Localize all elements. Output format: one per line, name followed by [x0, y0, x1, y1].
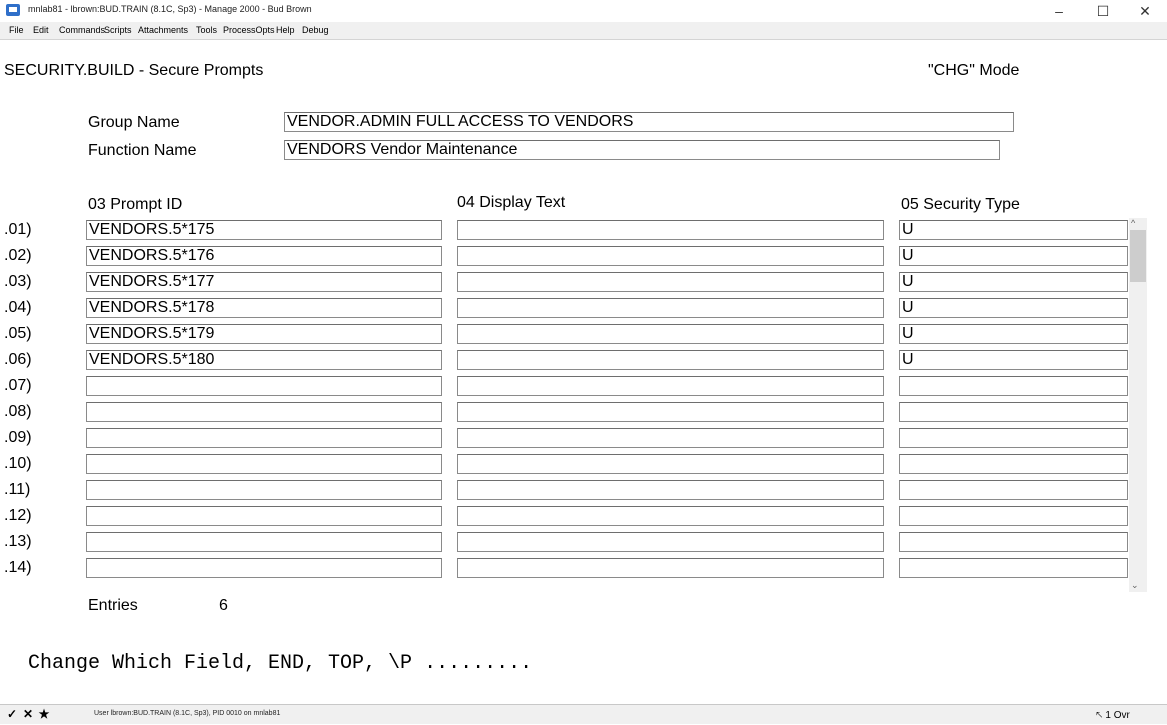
- entries-count: 6: [219, 597, 228, 614]
- row-number: .13): [4, 533, 32, 550]
- security-type-field[interactable]: [899, 558, 1128, 578]
- security-type-field[interactable]: [899, 480, 1128, 500]
- prompt-id-field[interactable]: VENDORS.5*176: [86, 246, 442, 266]
- overwrite-text: 1 Ovr: [1105, 710, 1130, 721]
- command-prompt: Change Which Field, END, TOP, \P .......…: [28, 652, 533, 675]
- function-name-label: Function Name: [88, 142, 197, 159]
- accept-button[interactable]: ✓: [5, 707, 19, 721]
- row-number: .11): [4, 481, 31, 498]
- menu-attachments[interactable]: Attachments: [138, 25, 188, 35]
- prompt-id-field[interactable]: [86, 506, 442, 526]
- menu-tools[interactable]: Tools: [196, 25, 217, 35]
- group-name-field[interactable]: VENDOR.ADMIN FULL ACCESS TO VENDORS: [284, 112, 1014, 132]
- display-text-field[interactable]: [457, 402, 884, 422]
- row-number: .02): [4, 247, 32, 264]
- prompt-id-field[interactable]: [86, 428, 442, 448]
- security-type-field[interactable]: [899, 376, 1128, 396]
- security-type-field[interactable]: U: [899, 350, 1128, 370]
- menu-file[interactable]: File: [9, 25, 24, 35]
- function-name-field[interactable]: VENDORS Vendor Maintenance: [284, 140, 1000, 160]
- scroll-down-arrow[interactable]: ⌄: [1131, 580, 1139, 591]
- display-text-header: 04 Display Text: [457, 194, 566, 211]
- cancel-button[interactable]: ✕: [21, 707, 35, 721]
- menu-debug[interactable]: Debug: [302, 25, 329, 35]
- prompt-id-field[interactable]: [86, 454, 442, 474]
- menu-bar: File Edit Commands Scripts Attachments T…: [0, 22, 1167, 40]
- prompt-id-field[interactable]: VENDORS.5*180: [86, 350, 442, 370]
- prompt-id-field[interactable]: [86, 558, 442, 578]
- window-title: mnlab81 - lbrown:BUD.TRAIN (8.1C, Sp3) -…: [28, 4, 312, 14]
- row-number: .07): [4, 377, 32, 394]
- display-text-field[interactable]: [457, 428, 884, 448]
- display-text-field[interactable]: [457, 454, 884, 474]
- star-icon[interactable]: ★: [37, 707, 51, 721]
- prompt-id-field[interactable]: VENDORS.5*179: [86, 324, 442, 344]
- entries-label: Entries: [88, 597, 138, 614]
- group-name-label: Group Name: [88, 114, 180, 131]
- scrollbar-thumb[interactable]: [1130, 230, 1146, 282]
- row-number: .14): [4, 559, 32, 576]
- menu-processopts[interactable]: ProcessOpts: [223, 25, 275, 35]
- security-type-header: 05 Security Type: [901, 196, 1020, 213]
- menu-commands[interactable]: Commands: [59, 25, 105, 35]
- display-text-field[interactable]: [457, 558, 884, 578]
- menu-help[interactable]: Help: [276, 25, 295, 35]
- prompt-id-field[interactable]: [86, 480, 442, 500]
- row-number: .05): [4, 325, 32, 342]
- display-text-field[interactable]: [457, 532, 884, 552]
- display-text-field[interactable]: [457, 272, 884, 292]
- screen-title: SECURITY.BUILD - Secure Prompts: [4, 62, 264, 79]
- display-text-field[interactable]: [457, 324, 884, 344]
- row-number: .04): [4, 299, 32, 316]
- security-type-field[interactable]: [899, 454, 1128, 474]
- prompt-id-field[interactable]: VENDORS.5*177: [86, 272, 442, 292]
- cursor-icon: 🡔: [1096, 710, 1103, 721]
- display-text-field[interactable]: [457, 480, 884, 500]
- minimize-button[interactable]: –: [1042, 0, 1076, 22]
- window-titlebar: mnlab81 - lbrown:BUD.TRAIN (8.1C, Sp3) -…: [0, 0, 1167, 23]
- menu-edit[interactable]: Edit: [33, 25, 49, 35]
- row-number: .08): [4, 403, 32, 420]
- prompt-id-header: 03 Prompt ID: [88, 196, 183, 213]
- prompt-id-field[interactable]: [86, 376, 442, 396]
- prompt-id-field[interactable]: VENDORS.5*178: [86, 298, 442, 318]
- display-text-field[interactable]: [457, 506, 884, 526]
- app-icon[interactable]: [6, 4, 20, 16]
- row-number: .12): [4, 507, 32, 524]
- display-text-field[interactable]: [457, 246, 884, 266]
- security-type-field[interactable]: U: [899, 220, 1128, 240]
- close-button[interactable]: ✕: [1128, 0, 1162, 22]
- security-type-field[interactable]: U: [899, 298, 1128, 318]
- prompt-id-field[interactable]: VENDORS.5*175: [86, 220, 442, 240]
- display-text-field[interactable]: [457, 220, 884, 240]
- security-type-field[interactable]: [899, 402, 1128, 422]
- display-text-field[interactable]: [457, 350, 884, 370]
- row-number: .06): [4, 351, 32, 368]
- row-number: .01): [4, 221, 32, 238]
- row-number: .03): [4, 273, 32, 290]
- security-type-field[interactable]: U: [899, 324, 1128, 344]
- security-type-field[interactable]: U: [899, 272, 1128, 292]
- row-number: .10): [4, 455, 32, 472]
- prompt-id-field[interactable]: [86, 402, 442, 422]
- mode-indicator: "CHG" Mode: [928, 62, 1020, 79]
- security-type-field[interactable]: [899, 532, 1128, 552]
- security-type-field[interactable]: [899, 506, 1128, 526]
- security-type-field[interactable]: [899, 428, 1128, 448]
- scroll-up-arrow[interactable]: ^: [1131, 218, 1135, 228]
- maximize-button[interactable]: ☐: [1086, 0, 1120, 22]
- row-number: .09): [4, 429, 32, 446]
- menu-scripts[interactable]: Scripts: [104, 25, 132, 35]
- status-bar: ✓ ✕ ★ User lbrown:BUD.TRAIN (8.1C, Sp3),…: [0, 704, 1167, 724]
- display-text-field[interactable]: [457, 298, 884, 318]
- prompt-id-field[interactable]: [86, 532, 442, 552]
- display-text-field[interactable]: [457, 376, 884, 396]
- overwrite-indicator: 🡔 1 Ovr: [1096, 708, 1130, 725]
- security-type-field[interactable]: U: [899, 246, 1128, 266]
- status-text: User lbrown:BUD.TRAIN (8.1C, Sp3), PID 0…: [94, 710, 281, 717]
